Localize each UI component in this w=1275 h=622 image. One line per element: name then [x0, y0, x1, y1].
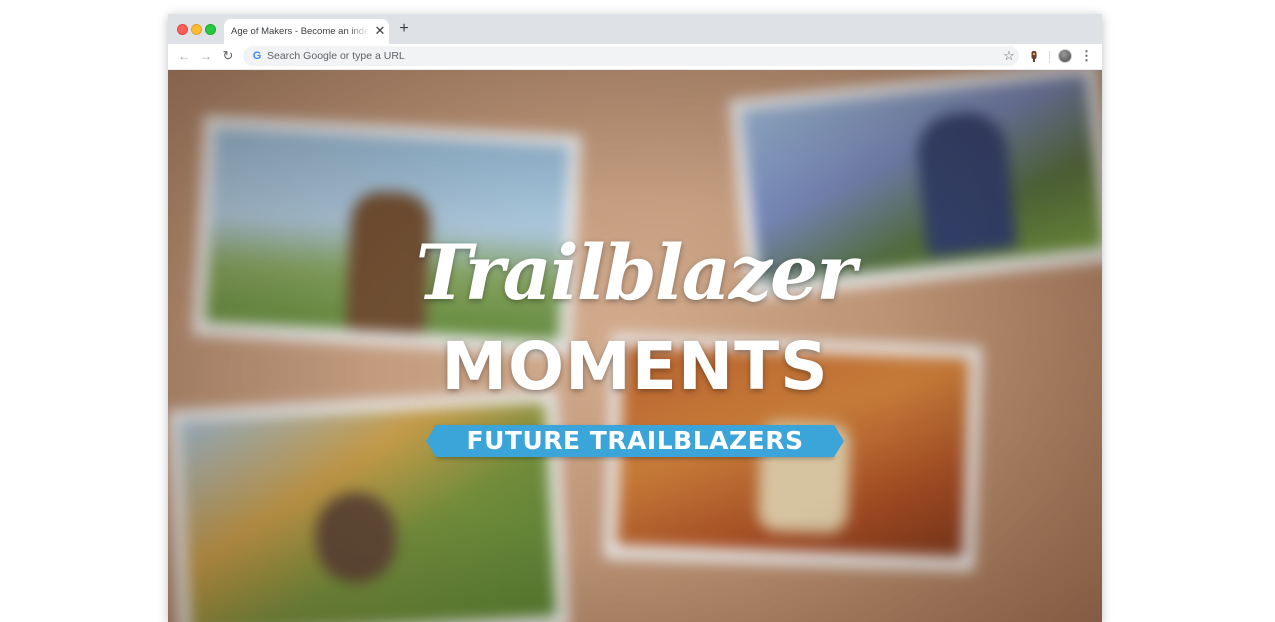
- browser-window: Age of Makers - Become an independent ✕ …: [168, 14, 1102, 622]
- tab-title: Age of Makers - Become an independent: [231, 26, 369, 37]
- video-title-block: MOMENTS: [441, 328, 829, 405]
- google-g-icon: G: [252, 50, 262, 62]
- extension-icon[interactable]: [1027, 49, 1041, 63]
- avatar[interactable]: [1058, 49, 1072, 63]
- toolbar: ← → ↻ G ☆ ⋮: [168, 44, 1102, 70]
- window-minimize-button[interactable]: [191, 24, 202, 35]
- subtitle-ribbon: FUTURE TRAILBLAZERS: [426, 425, 844, 457]
- window-zoom-button[interactable]: [205, 24, 216, 35]
- star-icon[interactable]: ☆: [1002, 49, 1016, 63]
- close-icon[interactable]: ✕: [373, 24, 387, 38]
- tab-active[interactable]: Age of Makers - Become an independent ✕: [224, 19, 389, 44]
- omnibox[interactable]: G ☆: [243, 46, 1019, 66]
- video-title-script: Trailblazer: [415, 228, 857, 317]
- ribbon-text: FUTURE TRAILBLAZERS: [466, 426, 804, 455]
- plus-icon[interactable]: +: [396, 21, 412, 37]
- window-close-button[interactable]: [177, 24, 188, 35]
- more-vertical-icon[interactable]: ⋮: [1080, 49, 1093, 63]
- page-viewport: Trailblazer MOMENTS FUTURE TRAILBLAZERS: [168, 70, 1102, 622]
- arrow-right-icon[interactable]: →: [199, 49, 213, 63]
- reload-icon[interactable]: ↻: [221, 49, 235, 63]
- search-input[interactable]: [267, 46, 907, 66]
- toolbar-divider: [1049, 51, 1050, 63]
- arrow-left-icon[interactable]: ←: [177, 49, 191, 63]
- tab-strip: Age of Makers - Become an independent ✕ …: [168, 14, 1102, 44]
